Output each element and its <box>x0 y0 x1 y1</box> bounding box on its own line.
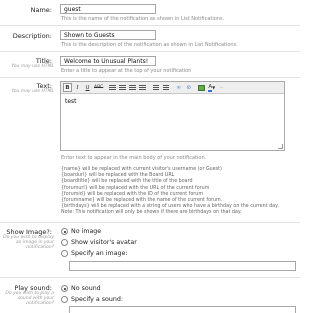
sound-url-input[interactable] <box>69 306 296 313</box>
description-help: This is the description of the notificat… <box>61 42 238 48</box>
name-input[interactable]: guest <box>60 4 156 14</box>
radio-button[interactable] <box>61 296 68 303</box>
radio-button[interactable] <box>61 239 68 246</box>
strikethrough-button[interactable]: ABC <box>93 83 104 92</box>
underline-button[interactable]: U <box>83 83 92 92</box>
radio-button[interactable] <box>61 228 68 235</box>
text-color-button[interactable]: A ▼ <box>207 83 216 92</box>
text-editor[interactable]: B I U ABC ∞ ⊘ A ▼ ·· test <box>60 81 285 151</box>
radio-label: No image <box>71 228 102 235</box>
more-icon: ·· <box>219 84 224 91</box>
bullet-list-button[interactable] <box>151 83 160 92</box>
bold-button[interactable]: B <box>63 83 72 92</box>
chevron-down-icon: ▼ <box>212 85 216 90</box>
align-right-button[interactable] <box>128 83 137 92</box>
align-center-button[interactable] <box>118 83 127 92</box>
radio-button[interactable] <box>61 250 68 257</box>
name-help: This is the name of the notification as … <box>61 16 225 22</box>
align-left-icon <box>109 84 117 91</box>
radio-label: No sound <box>71 285 101 292</box>
radio-no-sound[interactable]: No sound <box>61 285 101 292</box>
name-label: Name: <box>30 6 52 14</box>
divider <box>0 277 300 278</box>
align-center-icon <box>119 84 127 91</box>
divider <box>0 25 300 26</box>
description-label: Description: <box>12 32 52 40</box>
radio-specify-image[interactable]: Specify an image: <box>61 250 128 257</box>
title-sublabel: You may use HTML <box>11 64 54 69</box>
divider <box>0 222 300 223</box>
numbered-list-icon <box>162 84 169 91</box>
description-input[interactable]: Shown to Guests <box>60 30 156 40</box>
align-right-icon <box>129 84 137 91</box>
radio-label: Specify a sound: <box>71 296 124 303</box>
variables-list: {name} will be replaced with current vis… <box>61 167 296 217</box>
title-help: Enter a title to appear at the top of yo… <box>61 68 192 74</box>
divider <box>0 77 300 78</box>
text-sublabel: You may use HTML <box>11 89 54 94</box>
radio-no-image[interactable]: No image <box>61 228 101 235</box>
radio-label: Show visitor's avatar <box>71 239 137 246</box>
unlink-button[interactable]: ⊘ <box>184 83 193 92</box>
numbered-list-button[interactable] <box>161 83 170 92</box>
italic-button[interactable]: I <box>73 83 82 92</box>
unlink-icon: ⊘ <box>186 84 192 91</box>
more-button[interactable]: ·· <box>217 83 226 92</box>
align-justify-icon <box>139 84 147 91</box>
variable-note: Note: This notification will only be sho… <box>61 210 242 216</box>
title-input[interactable]: Welcome to Unusual Plants! <box>60 56 156 66</box>
link-icon: ∞ <box>176 84 182 91</box>
align-left-button[interactable] <box>108 83 117 92</box>
radio-specify-sound[interactable]: Specify a sound: <box>61 296 123 303</box>
align-justify-button[interactable] <box>138 83 147 92</box>
resize-grip-icon[interactable] <box>278 144 283 149</box>
show-image-sublabel: Do you wish to display an image in your … <box>3 235 54 250</box>
radio-label: Specify an image: <box>71 250 128 257</box>
image-icon <box>198 84 206 91</box>
image-button[interactable] <box>197 83 206 92</box>
radio-button[interactable] <box>61 285 68 292</box>
divider <box>0 51 300 52</box>
editor-toolbar: B I U ABC ∞ ⊘ A ▼ ·· <box>61 82 284 94</box>
play-sound-sublabel: Do you wish to play a sound with your no… <box>5 291 54 306</box>
text-help: Enter text to appear in the main body of… <box>61 155 207 161</box>
radio-show-avatar[interactable]: Show visitor's avatar <box>61 239 137 246</box>
editor-content[interactable]: test <box>61 94 284 109</box>
link-button[interactable]: ∞ <box>174 83 183 92</box>
image-url-input[interactable] <box>69 261 296 271</box>
bullet-list-icon <box>152 84 159 91</box>
